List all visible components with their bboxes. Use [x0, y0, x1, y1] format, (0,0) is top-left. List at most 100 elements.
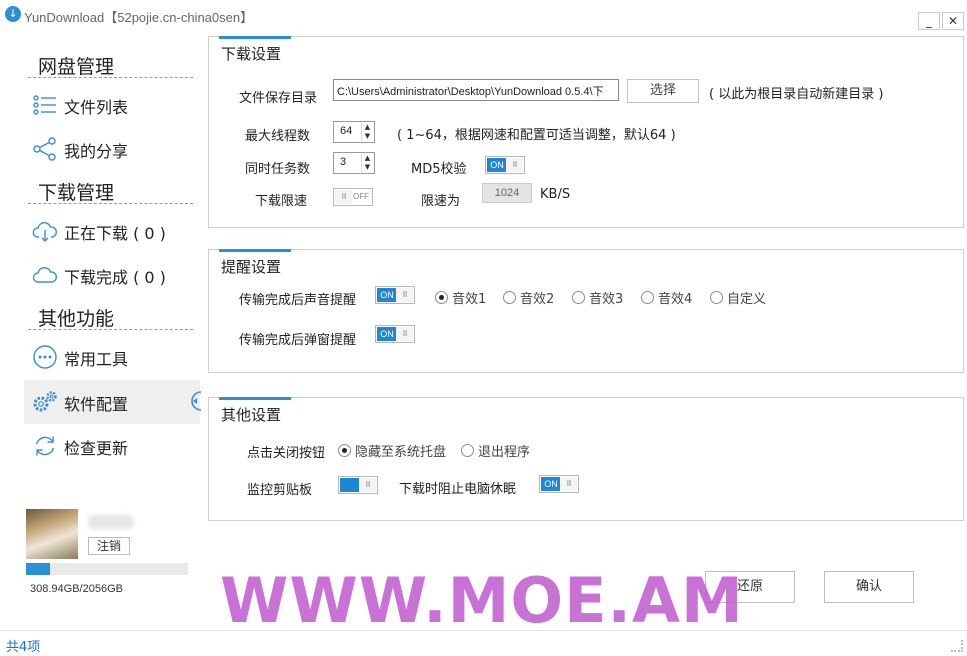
toggle-on-text: ON: [377, 327, 397, 341]
toggle-on-text: ON: [377, 288, 397, 302]
sidebar-item-completed[interactable]: 下载完成 ( 0 ): [24, 253, 200, 297]
close-option-exit[interactable]: 退出程序: [461, 441, 530, 460]
speed-limit-label: 下载限速: [255, 194, 308, 209]
sound-option-2[interactable]: 音效2: [503, 288, 554, 307]
toggle-knob: III: [560, 477, 577, 491]
prevent-sleep-toggle[interactable]: ON III: [539, 475, 579, 493]
sidebar-item-label: 文件列表: [64, 98, 129, 117]
refresh-icon: [35, 436, 55, 456]
status-bar: 共4项: [0, 630, 967, 656]
md5-label: MD5校验: [411, 162, 467, 177]
close-button-behavior-label: 点击关闭按钮: [247, 446, 326, 461]
panel-title: 提醒设置: [221, 258, 282, 276]
cloud-done-icon: [32, 267, 57, 283]
save-dir-hint: ( 以此为根目录自动新建目录 ): [709, 87, 884, 102]
sound-option-custom[interactable]: 自定义: [710, 288, 766, 307]
toggle-knob: III: [396, 327, 413, 341]
collapse-sidebar-icon[interactable]: [187, 391, 203, 411]
concurrent-tasks-label: 同时任务数: [245, 162, 311, 177]
sidebar-item-tools[interactable]: 常用工具: [24, 335, 200, 379]
limit-to-label: 限速为: [421, 194, 461, 209]
section-divider: [28, 329, 193, 330]
section-title-other: 其他功能: [38, 308, 115, 330]
toggle-knob: III: [506, 158, 523, 172]
max-threads-hint: ( 1~64，根据网速和配置可适当调整，默认64 ): [397, 128, 676, 143]
toggle-on-fill: [340, 478, 360, 492]
sidebar-item-update[interactable]: 检查更新: [24, 424, 200, 468]
sound-reminder-toggle[interactable]: ON III: [375, 286, 415, 304]
list-icon: [33, 95, 56, 115]
choose-dir-button[interactable]: 选择: [627, 79, 699, 103]
max-threads-label: 最大线程数: [245, 129, 311, 144]
popup-reminder-label: 传输完成后弹窗提醒: [239, 333, 357, 348]
panel-title: 下载设置: [221, 45, 282, 63]
section-divider: [28, 203, 193, 204]
sidebar-item-file-list[interactable]: 文件列表: [24, 83, 200, 127]
popup-reminder-toggle[interactable]: ON III: [375, 325, 415, 343]
panel-reminder-settings: 提醒设置 传输完成后声音提醒 ON III 音效1 音效2 音效3 音效4 自定…: [208, 249, 964, 373]
toggle-on-text: ON: [487, 158, 507, 172]
toggle-knob: III: [396, 288, 413, 302]
prevent-sleep-label: 下载时阻止电脑休眠: [399, 482, 517, 497]
close-button[interactable]: ✕: [942, 12, 964, 30]
sidebar-item-label: 检查更新: [64, 439, 129, 458]
close-option-tray[interactable]: 隐藏至系统托盘: [338, 441, 446, 460]
sound-option-4[interactable]: 音效4: [641, 288, 692, 307]
stepper-arrows-icon[interactable]: ▲ ▼: [361, 123, 373, 141]
stepper-arrows-icon[interactable]: ▲ ▼: [361, 154, 373, 172]
panel-title: 其他设置: [221, 406, 282, 424]
share-icon: [33, 137, 56, 161]
section-title-download: 下载管理: [38, 182, 115, 204]
sidebar-item-label: 正在下载 ( 0 ): [64, 224, 166, 243]
max-threads-value: 64: [340, 125, 353, 137]
status-count: 共4项: [6, 640, 41, 655]
sidebar-item-label: 下载完成 ( 0 ): [64, 268, 166, 287]
save-dir-input[interactable]: C:\Users\Administrator\Desktop\YunDownlo…: [333, 79, 619, 101]
avatar: [26, 509, 78, 559]
concurrent-tasks-stepper[interactable]: 3 ▲ ▼: [333, 152, 375, 174]
title-bar: ↓ YunDownload【52pojie.cn-china0sen】 _ ✕: [0, 0, 967, 32]
toggle-knob: III: [335, 190, 352, 204]
speed-limit-toggle[interactable]: III OFF: [333, 188, 373, 206]
speed-limit-input[interactable]: 1024: [482, 183, 532, 203]
md5-toggle[interactable]: ON III: [485, 156, 525, 174]
quota-text: 308.94GB/2056GB: [30, 583, 123, 595]
sidebar-item-config[interactable]: 软件配置: [24, 380, 200, 424]
sidebar-item-label: 常用工具: [64, 350, 129, 369]
sound-option-3[interactable]: 音效3: [572, 288, 623, 307]
toggle-knob: III: [359, 478, 376, 492]
resize-grip-icon[interactable]: [951, 640, 963, 652]
sound-option-1[interactable]: 音效1: [435, 288, 486, 307]
app-download-icon: ↓: [5, 6, 21, 22]
panel-download-settings: 下载设置 文件保存目录 C:\Users\Administrator\Deskt…: [208, 36, 964, 228]
concurrent-tasks-value: 3: [340, 156, 347, 168]
watermark-text: WWW.MOE.AM: [220, 564, 744, 637]
confirm-button[interactable]: 确认: [824, 571, 914, 603]
toggle-off-text: OFF: [353, 192, 369, 201]
toggle-on-text: ON: [541, 477, 561, 491]
save-dir-label: 文件保存目录: [239, 91, 318, 106]
ellipsis-icon: [33, 345, 57, 369]
panel-accent: [219, 36, 291, 39]
sidebar-item-downloading[interactable]: 正在下载 ( 0 ): [24, 209, 200, 253]
panel-accent: [219, 397, 291, 400]
panel-other-settings: 其他设置 点击关闭按钮 隐藏至系统托盘 退出程序 监控剪贴板 III 下载时阻止…: [208, 397, 964, 521]
cloud-download-icon: [32, 222, 57, 242]
sound-reminder-label: 传输完成后声音提醒: [239, 293, 357, 308]
minimize-button[interactable]: _: [918, 12, 940, 30]
sidebar-item-label: 软件配置: [64, 395, 129, 414]
clipboard-toggle[interactable]: III: [338, 476, 378, 494]
sidebar-item-label: 我的分享: [64, 142, 129, 161]
gears-icon: [33, 391, 57, 412]
logout-button[interactable]: 注销: [88, 537, 130, 555]
quota-bar: [26, 563, 188, 575]
max-threads-stepper[interactable]: 64 ▲ ▼: [333, 121, 375, 143]
quota-fill: [26, 563, 51, 575]
window-title: YunDownload【52pojie.cn-china0sen】: [24, 10, 254, 25]
clipboard-label: 监控剪贴板: [247, 483, 313, 498]
section-divider: [28, 77, 193, 78]
sidebar-item-my-share[interactable]: 我的分享: [24, 127, 200, 171]
panel-accent: [219, 249, 291, 252]
username-blurred: [88, 515, 134, 529]
section-title-cloud: 网盘管理: [38, 56, 115, 78]
